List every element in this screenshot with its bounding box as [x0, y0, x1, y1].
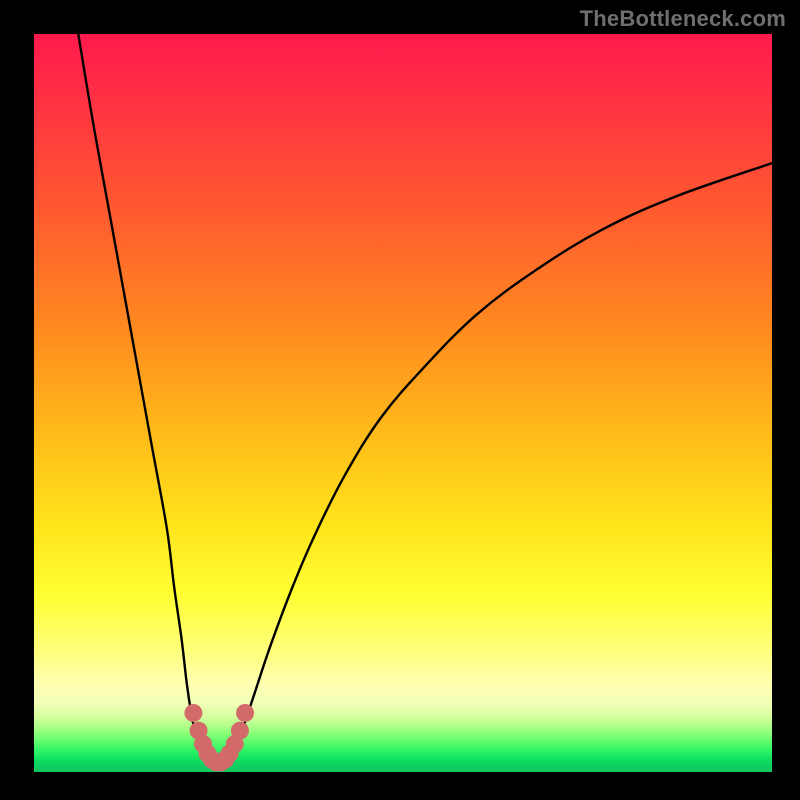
valley-marker: [184, 704, 202, 722]
valley-marker: [231, 722, 249, 740]
curve-left-branch: [78, 34, 205, 760]
plot-area: [34, 34, 772, 772]
chart-svg: [34, 34, 772, 772]
curve-right-branch: [232, 163, 772, 759]
valley-marker-group: [184, 704, 254, 771]
chart-frame: TheBottleneck.com: [0, 0, 800, 800]
watermark-text: TheBottleneck.com: [580, 6, 786, 32]
valley-marker: [236, 704, 254, 722]
